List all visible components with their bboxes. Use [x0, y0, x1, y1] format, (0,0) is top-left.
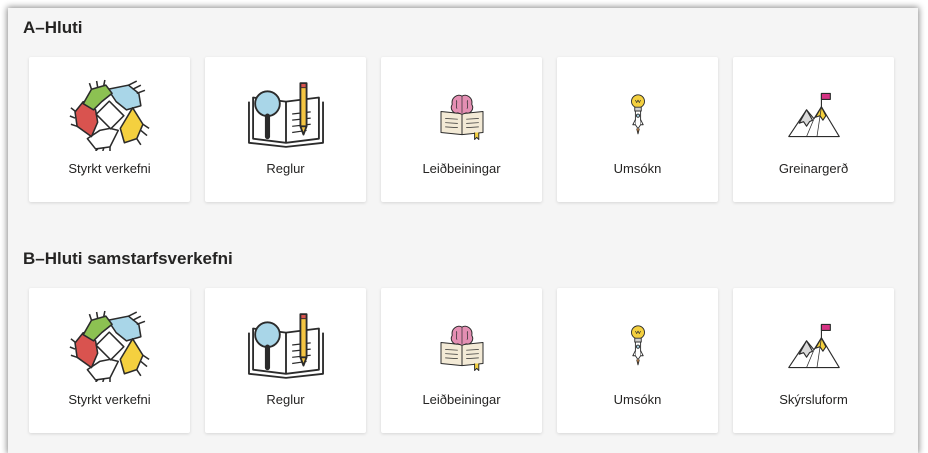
card-label: Umsókn	[613, 392, 662, 407]
card-label: Reglur	[266, 392, 305, 407]
book-brain-icon	[381, 306, 542, 386]
hands-circle-icon	[29, 75, 190, 155]
card-styrkt-verkefni[interactable]: Styrkt verkefni	[29, 288, 190, 433]
card-label: Greinargerð	[778, 161, 849, 176]
section-title-a: A–Hluti	[23, 18, 83, 37]
lightbulb-rocket-icon	[557, 306, 718, 386]
card-label: Skýrsluform	[779, 392, 848, 407]
card-umsokn[interactable]: Umsókn	[557, 57, 718, 202]
card-reglur[interactable]: Reglur	[205, 288, 366, 433]
card-row-b: Styrkt verkefni Reglur Leiðbeiningar Ums…	[29, 288, 894, 433]
card-greinargerd[interactable]: Greinargerð	[733, 57, 894, 202]
content-panel: A–Hluti Styrkt verkefni Reglur Leiðbeini…	[8, 8, 918, 453]
book-magnifier-pencil-icon	[205, 306, 366, 386]
card-label: Reglur	[266, 161, 305, 176]
card-styrkt-verkefni[interactable]: Styrkt verkefni	[29, 57, 190, 202]
card-row-a: Styrkt verkefni Reglur Leiðbeiningar Ums…	[29, 57, 894, 202]
hands-circle-icon	[29, 306, 190, 386]
lightbulb-rocket-icon	[557, 75, 718, 155]
card-reglur[interactable]: Reglur	[205, 57, 366, 202]
section-title-b: B–Hluti samstarfsverkefni	[23, 249, 233, 268]
card-label: Umsókn	[613, 161, 662, 176]
card-label: Leiðbeiningar	[422, 161, 501, 176]
card-label: Styrkt verkefni	[68, 161, 151, 176]
book-magnifier-pencil-icon	[205, 75, 366, 155]
card-umsokn[interactable]: Umsókn	[557, 288, 718, 433]
card-skyrsluform[interactable]: Skýrsluform	[733, 288, 894, 433]
card-leidbeiningar[interactable]: Leiðbeiningar	[381, 288, 542, 433]
book-brain-icon	[381, 75, 542, 155]
card-label: Styrkt verkefni	[68, 392, 151, 407]
card-label: Leiðbeiningar	[422, 392, 501, 407]
card-leidbeiningar[interactable]: Leiðbeiningar	[381, 57, 542, 202]
mountain-flag-icon	[733, 306, 894, 386]
mountain-flag-icon	[733, 75, 894, 155]
